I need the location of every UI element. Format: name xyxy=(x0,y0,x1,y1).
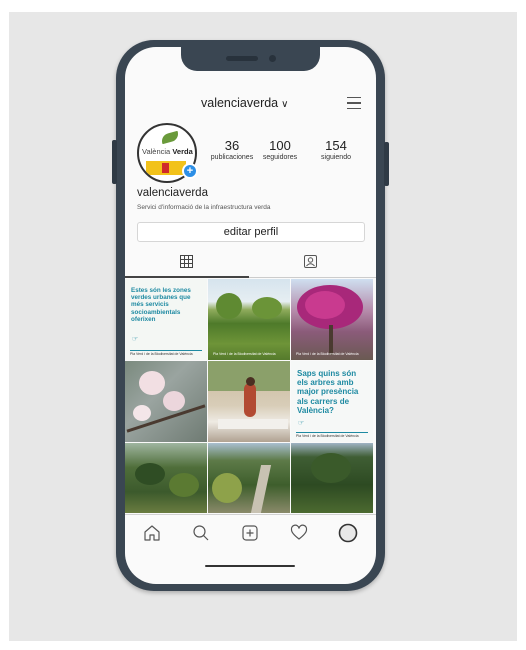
post-tile[interactable]: Saps quins són els arbres amb major pres… xyxy=(291,361,373,442)
stat-value: 36 xyxy=(224,138,240,153)
add-post-icon[interactable] xyxy=(240,523,260,543)
post-tile[interactable]: Estes són les zones verdes urbanes que m… xyxy=(125,279,207,360)
post-tile[interactable] xyxy=(125,361,207,442)
post-tile[interactable]: Pla Verd i de la Biodiversitat de Valènc… xyxy=(208,279,290,360)
profile-avatar-icon[interactable] xyxy=(338,523,358,543)
post-tile[interactable] xyxy=(208,443,290,513)
front-camera xyxy=(269,55,276,62)
crest-icon xyxy=(146,161,186,175)
post-tile[interactable] xyxy=(208,361,290,442)
profile-name: valenciaverda xyxy=(137,187,208,199)
phone-side-button-left xyxy=(112,140,117,184)
post-caption: Estes són les zones verdes urbanes que m… xyxy=(131,287,191,323)
post-footer: Pla Verd i de la Biodiversitat de Valènc… xyxy=(296,352,359,356)
post-footer: Pla Verd i de la Biodiversitat de Valènc… xyxy=(296,434,359,438)
stat-label: seguidores xyxy=(262,154,298,161)
chevron-down-icon: ∨ xyxy=(281,99,289,110)
header-username: valenciaverda xyxy=(201,96,279,110)
edit-profile-button[interactable]: editar perfil xyxy=(137,222,365,242)
heart-icon[interactable] xyxy=(289,523,309,543)
hamburger-menu-icon[interactable] xyxy=(347,97,361,113)
search-icon[interactable] xyxy=(191,523,211,543)
post-footer: Pla Verd i de la Biodiversitat de Valènc… xyxy=(130,352,193,356)
stat-following[interactable]: 154 siguiendo xyxy=(313,138,359,161)
active-tab-indicator xyxy=(125,276,249,278)
post-footer: Pla Verd i de la Biodiversitat de Valènc… xyxy=(213,352,276,356)
grid-icon[interactable] xyxy=(180,255,193,268)
logo-text: València Verda xyxy=(142,147,193,156)
stat-posts[interactable]: 36 publicaciones xyxy=(203,138,261,161)
home-icon[interactable] xyxy=(142,523,162,543)
stat-label: publicaciones xyxy=(210,154,254,161)
phone-side-button-right xyxy=(384,142,389,186)
phone-notch xyxy=(181,47,320,71)
post-tile[interactable] xyxy=(125,443,207,513)
stat-value: 100 xyxy=(269,138,291,153)
stat-label: siguiendo xyxy=(321,154,351,161)
post-caption: Saps quins són els arbres amb major pres… xyxy=(297,369,359,415)
leaf-icon xyxy=(160,130,180,145)
stat-value: 154 xyxy=(325,138,347,153)
bottom-nav-divider xyxy=(125,514,376,515)
profile-bio: Servici d'informació de la infraestructu… xyxy=(137,204,271,211)
tagged-person-icon[interactable] xyxy=(304,255,317,268)
home-indicator xyxy=(205,565,295,567)
speaker xyxy=(226,56,258,61)
tab-divider xyxy=(249,277,376,278)
stat-followers[interactable]: 100 seguidores xyxy=(257,138,303,161)
phone-screen: valenciaverda ∨ València Verda + 36 publi… xyxy=(125,47,376,584)
add-story-icon[interactable]: + xyxy=(182,163,198,179)
post-tile[interactable]: Pla Verd i de la Biodiversitat de Valènc… xyxy=(291,279,373,360)
account-switcher[interactable]: valenciaverda ∨ xyxy=(201,96,288,110)
pointing-hand-icon: ☞ xyxy=(298,420,305,427)
pointing-hand-icon: ☞ xyxy=(132,336,139,343)
post-tile[interactable] xyxy=(291,443,373,513)
